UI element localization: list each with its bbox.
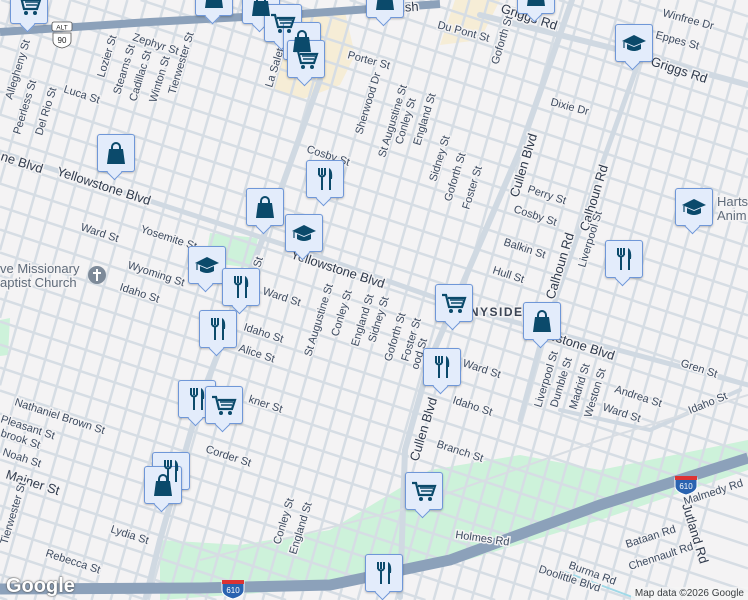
school-marker[interactable] [675,188,713,226]
restaurant-marker[interactable] [365,554,403,592]
restaurant-marker[interactable] [199,310,237,348]
shopping-marker[interactable] [144,466,182,504]
school-marker[interactable] [615,24,653,62]
graduation-cap-icon [682,199,706,215]
shopping-marker[interactable] [366,0,404,18]
fork-knife-icon [435,356,450,378]
shopping-marker[interactable] [517,0,555,14]
shopping-marker[interactable] [97,134,135,172]
google-logo: Google [6,575,75,597]
shopping-bag-icon [256,196,274,218]
restaurant-marker[interactable] [306,160,344,198]
grocery-store-marker[interactable] [205,386,243,424]
shopping-bag-icon [533,310,551,332]
shopping-bag-icon [527,0,545,6]
shopping-bag-icon [205,0,223,8]
shopping-cart-icon [442,293,467,313]
shopping-marker[interactable] [523,302,561,340]
fork-knife-icon [190,388,205,410]
restaurant-marker[interactable] [222,268,260,306]
fork-knife-icon [234,276,249,298]
grocery-store-marker[interactable] [10,0,48,24]
shopping-cart-icon [412,481,437,501]
restaurant-marker[interactable] [605,240,643,278]
fork-knife-icon [617,248,632,270]
shopping-cart-icon [294,49,319,69]
fork-knife-icon [377,562,392,584]
school-marker[interactable] [285,214,323,252]
graduation-cap-icon [292,225,316,241]
grocery-store-marker[interactable] [287,40,325,78]
grocery-store-marker[interactable] [405,472,443,510]
shopping-marker[interactable] [246,188,284,226]
place-markers [0,0,748,600]
shopping-marker[interactable] [195,0,233,16]
graduation-cap-icon [195,257,219,273]
fork-knife-icon [318,168,333,190]
grocery-store-marker[interactable] [435,284,473,322]
shopping-bag-icon [154,474,172,496]
map-attribution[interactable]: Map data ©2026 Google [630,587,748,600]
school-marker[interactable] [188,246,226,284]
shopping-bag-icon [376,0,394,10]
shopping-cart-icon [20,0,42,15]
restaurant-marker[interactable] [423,348,461,386]
fork-knife-icon [211,318,226,340]
graduation-cap-icon [622,35,646,51]
shopping-cart-icon [212,395,237,415]
shopping-bag-icon [107,142,125,164]
